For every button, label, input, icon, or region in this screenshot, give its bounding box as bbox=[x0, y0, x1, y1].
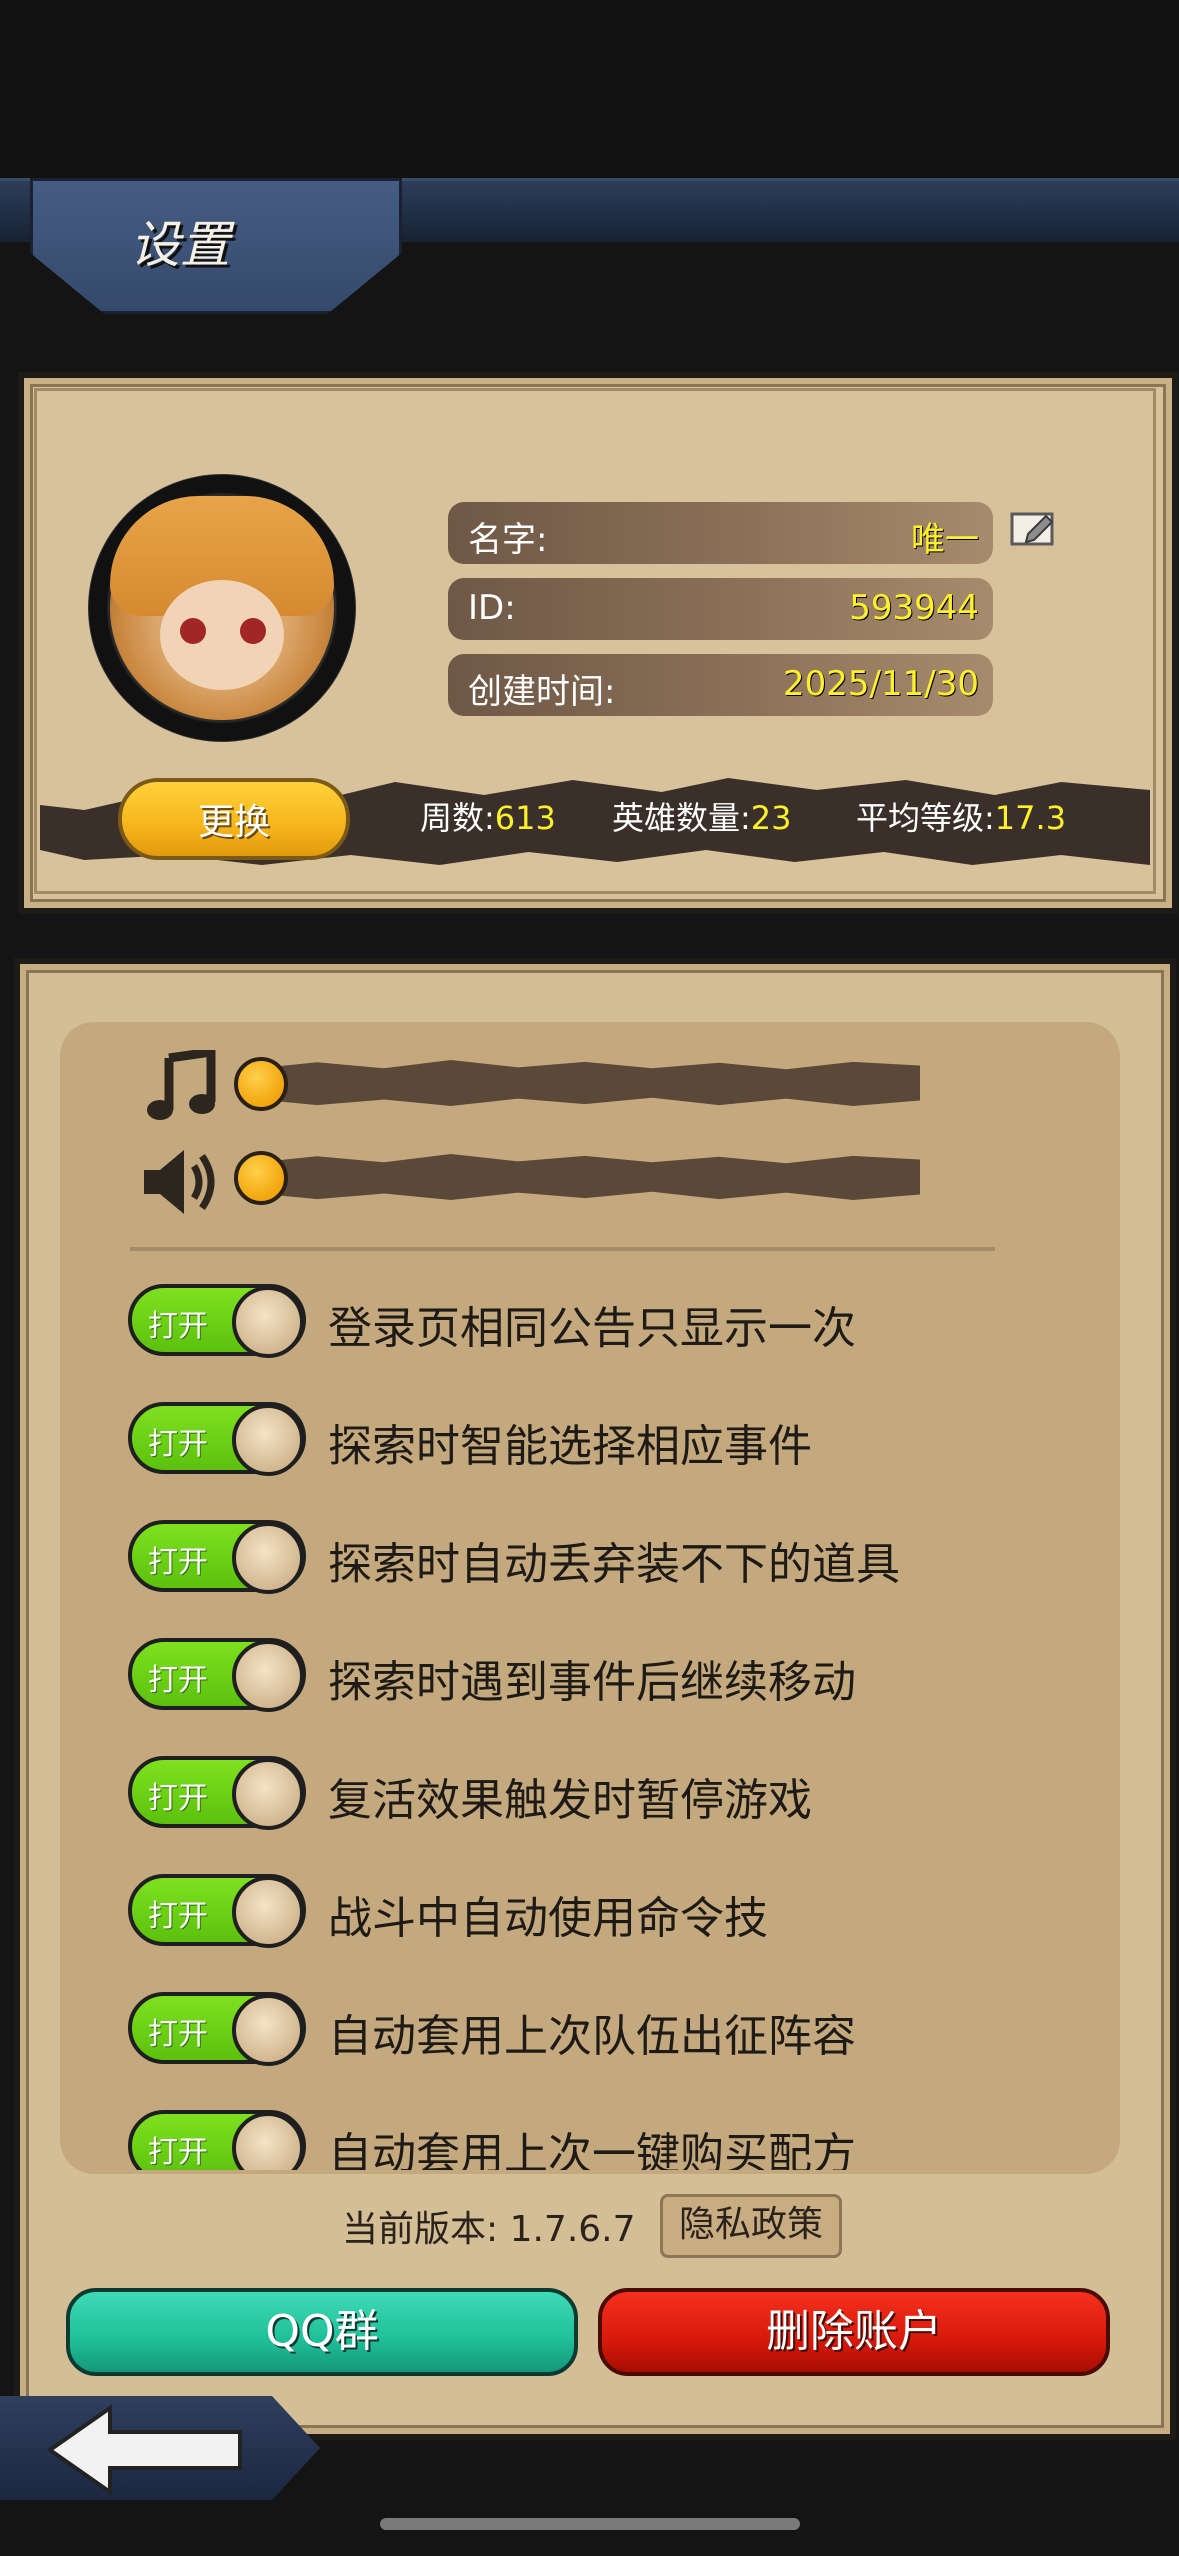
setting-row: 打开 探索时自动丢弃装不下的道具 bbox=[128, 1520, 1028, 1596]
edit-icon[interactable] bbox=[1010, 510, 1058, 548]
setting-row: 打开 登录页相同公告只显示一次 bbox=[128, 1284, 1028, 1360]
toggle-knob bbox=[232, 1404, 304, 1476]
setting-row-clipped: 打开 自动套用上次一键购买配方 bbox=[128, 2104, 1028, 2170]
setting-row: 打开 自动套用上次队伍出征阵容 bbox=[128, 1992, 1028, 2068]
avg-level-label: 平均等级: bbox=[856, 799, 995, 837]
delete-account-button[interactable]: 删除账户 bbox=[598, 2288, 1110, 2376]
toggle-state: 打开 bbox=[148, 2017, 208, 2052]
id-value: 593944 bbox=[849, 588, 979, 628]
stat-avg-level: 平均等级:17.3 bbox=[856, 793, 1066, 839]
toggle-switch[interactable]: 打开 bbox=[128, 1756, 306, 1830]
stat-heroes: 英雄数量:23 bbox=[612, 793, 792, 839]
speaker-icon bbox=[144, 1150, 215, 1214]
setting-label: 自动套用上次队伍出征阵容 bbox=[328, 2011, 856, 2062]
weeks-value: 613 bbox=[494, 799, 556, 837]
toggle-switch[interactable]: 打开 bbox=[128, 1402, 306, 1476]
toggle-knob bbox=[232, 1876, 304, 1948]
toggle-knob bbox=[232, 2112, 304, 2170]
id-row: ID: 593944 bbox=[448, 578, 993, 640]
setting-row: 打开 复活效果触发时暂停游戏 bbox=[128, 1756, 1028, 1832]
setting-label: 战斗中自动使用命令技 bbox=[328, 1893, 768, 1944]
name-label: 名字: bbox=[468, 520, 548, 560]
setting-label: 探索时智能选择相应事件 bbox=[328, 1421, 812, 1472]
id-label: ID: bbox=[468, 588, 516, 628]
setting-row: 打开 战斗中自动使用命令技 bbox=[128, 1874, 1028, 1950]
setting-row: 打开 探索时智能选择相应事件 bbox=[128, 1402, 1028, 1478]
setting-label: 探索时自动丢弃装不下的道具 bbox=[328, 1539, 900, 1590]
music-note-icon bbox=[147, 1050, 216, 1120]
home-indicator[interactable] bbox=[380, 2518, 800, 2530]
toggle-state: 打开 bbox=[148, 1899, 208, 1934]
toggle-knob bbox=[232, 1640, 304, 1712]
setting-row: 打开 探索时遇到事件后继续移动 bbox=[128, 1638, 1028, 1714]
toggle-knob bbox=[232, 1286, 304, 1358]
toggle-knob bbox=[232, 1522, 304, 1594]
toggle-state: 打开 bbox=[148, 1781, 208, 1816]
toggle-switch[interactable]: 打开 bbox=[128, 1992, 306, 2066]
top-background bbox=[0, 0, 1179, 178]
avatar-eye-left bbox=[180, 618, 206, 644]
toggle-knob bbox=[232, 1758, 304, 1830]
heroes-value: 23 bbox=[750, 799, 792, 837]
sound-volume-knob[interactable] bbox=[234, 1151, 288, 1205]
divider bbox=[130, 1247, 995, 1251]
toggle-knob bbox=[232, 1994, 304, 2066]
heroes-label: 英雄数量: bbox=[612, 799, 751, 837]
weeks-label: 周数: bbox=[420, 799, 495, 837]
name-value: 唯一 bbox=[911, 520, 979, 560]
setting-label: 探索时遇到事件后继续移动 bbox=[328, 1657, 856, 1708]
created-row: 创建时间: 2025/11/30 bbox=[448, 654, 993, 716]
change-avatar-button[interactable]: 更换 bbox=[118, 778, 350, 860]
music-volume-knob[interactable] bbox=[234, 1057, 288, 1111]
toggle-switch[interactable]: 打开 bbox=[128, 1284, 306, 1358]
toggle-state: 打开 bbox=[148, 1663, 208, 1698]
qq-group-button[interactable]: QQ群 bbox=[66, 2288, 578, 2376]
avg-level-value: 17.3 bbox=[994, 799, 1067, 837]
toggle-switch[interactable]: 打开 bbox=[128, 1874, 306, 1948]
sound-volume-track[interactable] bbox=[250, 1154, 920, 1200]
toggle-switch[interactable]: 打开 bbox=[128, 2110, 306, 2170]
setting-label: 登录页相同公告只显示一次 bbox=[328, 1303, 856, 1354]
setting-label: 复活效果触发时暂停游戏 bbox=[328, 1775, 812, 1826]
avatar-eye-right bbox=[240, 618, 266, 644]
setting-label: 自动套用上次一键购买配方 bbox=[328, 2129, 856, 2170]
stat-weeks: 周数:613 bbox=[420, 793, 556, 839]
back-arrow-icon bbox=[46, 2404, 242, 2496]
avatar-face bbox=[160, 580, 284, 690]
page-title: 设置 bbox=[130, 216, 230, 274]
toggle-state: 打开 bbox=[148, 1427, 208, 1462]
created-label: 创建时间: bbox=[468, 672, 616, 712]
privacy-policy-button[interactable]: 隐私政策 bbox=[660, 2194, 842, 2258]
toggle-state: 打开 bbox=[148, 1309, 208, 1344]
created-value: 2025/11/30 bbox=[783, 664, 979, 704]
setting-row: 打开 自动套用上次一键购买配方 bbox=[128, 2110, 1028, 2170]
music-volume-track[interactable] bbox=[250, 1060, 920, 1106]
toggle-switch[interactable]: 打开 bbox=[128, 1520, 306, 1594]
toggle-switch[interactable]: 打开 bbox=[128, 1638, 306, 1712]
name-row: 名字: 唯一 bbox=[448, 502, 993, 564]
toggle-state: 打开 bbox=[148, 2135, 208, 2170]
version-text: 当前版本: 1.7.6.7 bbox=[342, 2209, 636, 2250]
toggle-state: 打开 bbox=[148, 1545, 208, 1580]
